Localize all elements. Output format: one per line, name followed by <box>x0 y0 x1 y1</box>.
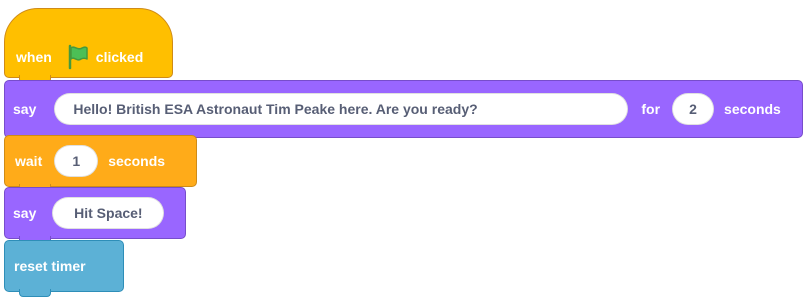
say-block[interactable]: say Hit Space! <box>4 187 186 244</box>
reset-timer-label: reset timer <box>14 258 86 274</box>
say-seconds-input[interactable]: 2 <box>672 93 715 125</box>
say-message-input[interactable]: Hello! British ESA Astronaut Tim Peake h… <box>54 93 629 125</box>
seconds-label: seconds <box>108 153 166 169</box>
when-label: when <box>16 49 52 65</box>
green-flag-icon <box>68 44 88 70</box>
reset-timer-block[interactable]: reset timer <box>4 240 124 297</box>
seconds-label: seconds <box>724 101 781 117</box>
say-for-seconds-block[interactable]: say Hello! British ESA Astronaut Tim Pea… <box>4 80 803 143</box>
wait-label: wait <box>15 153 43 169</box>
say-label: say <box>13 205 37 221</box>
for-label: for <box>641 101 661 117</box>
say-label: say <box>13 101 37 117</box>
wait-seconds-input[interactable]: 1 <box>54 145 99 177</box>
say-message-input[interactable]: Hit Space! <box>52 197 165 229</box>
when-flag-clicked-block[interactable]: when clicked <box>4 8 173 83</box>
clicked-label: clicked <box>95 49 144 65</box>
block-notch <box>19 289 51 297</box>
wait-seconds-block[interactable]: wait 1 seconds <box>4 135 197 192</box>
